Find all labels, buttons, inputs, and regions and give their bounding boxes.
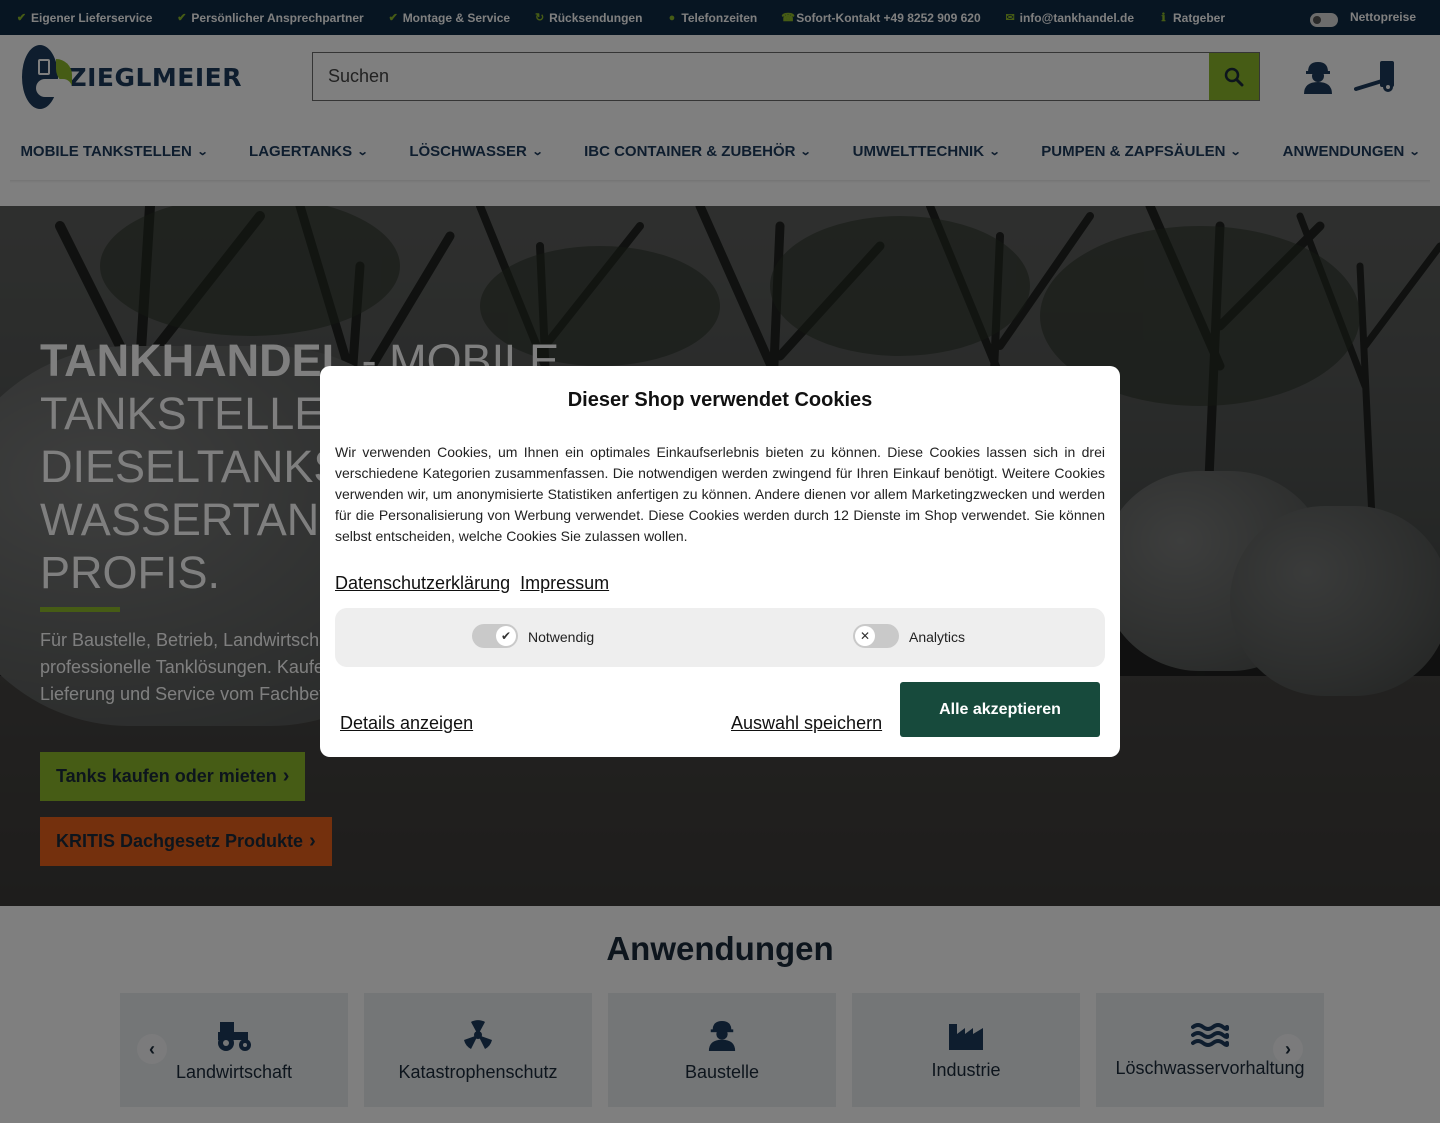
cookie-consent-dialog: Dieser Shop verwendet Cookies Wir verwen… bbox=[320, 366, 1120, 757]
close-icon: ✕ bbox=[855, 626, 875, 646]
analytics-label: Analytics bbox=[909, 629, 966, 645]
cookie-dialog-text: Wir verwenden Cookies, um Ihnen ein opti… bbox=[335, 444, 1105, 544]
necessary-toggle[interactable]: ✔ bbox=[472, 624, 518, 648]
accept-all-button[interactable]: Alle akzeptieren bbox=[900, 682, 1100, 737]
cookie-links: Datenschutzerklärung Impressum bbox=[335, 573, 609, 594]
analytics-toggle[interactable]: ✕ bbox=[853, 624, 899, 648]
cookie-categories: ✔ Notwendig ✕ Analytics bbox=[335, 608, 1105, 667]
cookie-dialog-title: Dieser Shop verwendet Cookies bbox=[567, 389, 873, 411]
show-details-link[interactable]: Details anzeigen bbox=[340, 713, 473, 734]
check-icon: ✔ bbox=[496, 626, 516, 646]
save-selection-link[interactable]: Auswahl speichern bbox=[731, 713, 882, 734]
privacy-policy-link[interactable]: Datenschutzerklärung bbox=[335, 573, 510, 594]
imprint-link[interactable]: Impressum bbox=[520, 573, 609, 594]
necessary-label: Notwendig bbox=[528, 629, 595, 645]
